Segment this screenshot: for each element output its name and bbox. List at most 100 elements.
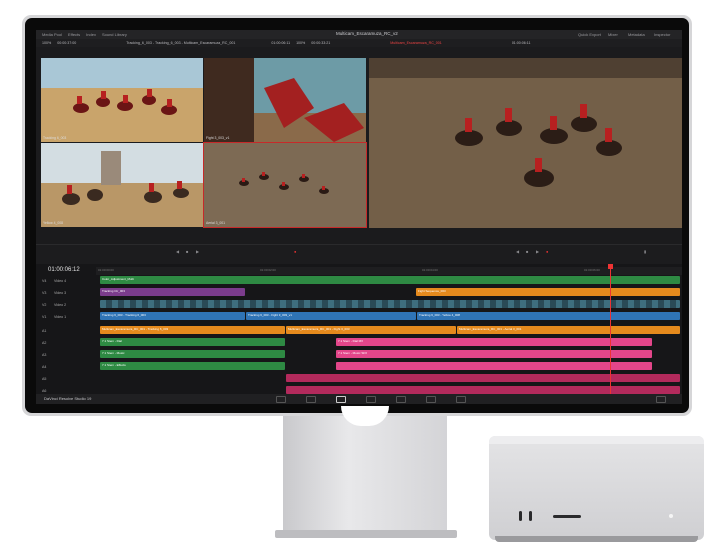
track-header-a6[interactable]: A6 xyxy=(36,386,96,394)
source-timecode: 00:00:37:00 xyxy=(57,41,77,45)
track-header-a5[interactable]: A5 xyxy=(36,374,96,384)
track-name-v2: Video 2 xyxy=(54,303,67,307)
clip-v3-b[interactable]: Fight Sequence_003 xyxy=(416,288,680,296)
clip-v2-thumbnails[interactable] xyxy=(100,300,680,308)
angle-4-image xyxy=(204,143,366,227)
page-fairlight-icon[interactable] xyxy=(426,396,436,403)
timeline-playhead[interactable] xyxy=(608,264,613,394)
program-viewer[interactable] xyxy=(369,58,682,228)
angle-2-label: Fight 3_003_v1 xyxy=(206,136,230,140)
clip-v4[interactable]: Color_Adjustment_Multi xyxy=(100,276,680,284)
page-cut-icon[interactable] xyxy=(306,396,316,403)
multicam-angle-4-active[interactable]: Aerial 3_001 xyxy=(203,142,367,228)
page-edit-icon[interactable] xyxy=(336,396,346,403)
clip-a4[interactable]: 7.1 Stem - Music xyxy=(100,350,285,358)
track-header-v4[interactable]: V4 Video 4 xyxy=(36,276,96,286)
clip-a1-c[interactable]: Multicam_Escaramuza_RC_001 - Aerial 3_00… xyxy=(457,326,680,334)
timeline-name: Multicam_Escaramuza_RC_001 xyxy=(390,41,442,45)
menu-mixer[interactable]: Mixer xyxy=(608,32,618,37)
track-id-a6: A6 xyxy=(42,389,47,393)
multicam-angle-3[interactable]: Yellow 4_008 xyxy=(41,143,203,227)
clip-v1-c[interactable]: Tracking 6_003 - Yellow 4_008 xyxy=(417,312,680,320)
program-play-reverse-icon[interactable]: ◀ xyxy=(516,249,519,254)
page-deliver-icon[interactable] xyxy=(456,396,466,403)
clip-v1-a[interactable]: Tracking 6_003 - Tracking 6_003 xyxy=(100,312,245,320)
project-title: Multicam_Escaramuza_RC_v2 xyxy=(336,31,398,36)
clip-a1-c-label: Multicam_Escaramuza_RC_001 - Aerial 3_00… xyxy=(459,327,522,331)
cut-tool-icon[interactable]: ● xyxy=(294,249,296,254)
clip-a6-magenta[interactable] xyxy=(286,386,680,394)
clip-a2[interactable]: 7.1 Stem - Dial xyxy=(100,338,285,346)
clip-a6-pink[interactable] xyxy=(336,362,652,370)
clip-a5-magenta[interactable] xyxy=(286,374,680,382)
menu-bar: Media Pool Effects Index Sound Library M… xyxy=(36,30,682,39)
clip-a6-label: 7.1 Stem - Effects xyxy=(102,363,126,367)
track-id-v2: V2 xyxy=(42,303,47,307)
status-bar: DaVinci Resolve Studio 19 xyxy=(36,394,682,404)
program-play-icon[interactable]: ▶ xyxy=(536,249,539,254)
ruler-mark-2: 01:00:04:00 xyxy=(422,268,438,272)
clip-v1-b[interactable]: Tracking 6_003 - Fight 3_003_v1 xyxy=(246,312,416,320)
clip-a1-a[interactable]: Multicam_Escaramuza_RC_001 - Tracking 6_… xyxy=(100,326,285,334)
clip-v3-a[interactable]: Tracking Ctr_003 xyxy=(100,288,245,296)
track-id-a3: A3 xyxy=(42,353,47,357)
record-icon[interactable]: ● xyxy=(546,249,548,254)
settings-gear-icon[interactable] xyxy=(656,396,666,403)
track-header-v1[interactable]: V1 Video 1 xyxy=(36,312,96,322)
multicam-angle-1[interactable]: Tracking 6_003 xyxy=(41,58,203,142)
source-zoom[interactable]: 100% xyxy=(42,41,51,45)
stop-icon[interactable]: ■ xyxy=(186,249,188,254)
play-icon[interactable]: ▶ xyxy=(196,249,199,254)
track-header-a4[interactable]: A4 xyxy=(36,362,96,372)
program-stop-icon[interactable]: ■ xyxy=(526,249,528,254)
track-header-v2[interactable]: V2 Video 2 xyxy=(36,300,96,310)
clip-a6[interactable]: 7.1 Stem - Effects xyxy=(100,362,285,370)
clip-a3[interactable]: 7.1 Stem - Dial MX xyxy=(336,338,652,346)
page-media-icon[interactable] xyxy=(276,396,286,403)
ruler-mark-1: 01:00:02:00 xyxy=(260,268,276,272)
program-timecode: 00:00:33:21 xyxy=(311,41,331,45)
app-brand: DaVinci Resolve Studio 19 xyxy=(44,396,92,401)
page-color-icon[interactable] xyxy=(396,396,406,403)
program-image xyxy=(369,58,682,228)
menu-quick-export[interactable]: Quick Export xyxy=(578,32,601,37)
track-id-a5: A5 xyxy=(42,377,47,381)
menu-effects[interactable]: Effects xyxy=(68,32,80,37)
program-zoom[interactable]: 100% xyxy=(296,41,305,45)
audio-meter-icon[interactable]: ▮ xyxy=(644,249,646,254)
menu-media-pool[interactable]: Media Pool xyxy=(42,32,62,37)
transport-bar: ◀ ■ ▶ ● ◀ ■ ▶ ● ▮ xyxy=(36,244,682,265)
menu-metadata[interactable]: Metadata xyxy=(628,32,645,37)
ruler-mark-3: 01:00:06:00 xyxy=(584,268,600,272)
play-reverse-icon[interactable]: ◀ xyxy=(176,249,179,254)
menu-index[interactable]: Index xyxy=(86,32,96,37)
clip-a2-label: 7.1 Stem - Dial xyxy=(102,339,122,343)
clip-a1-b[interactable]: Multicam_Escaramuza_RC_001 - Fight 3_003 xyxy=(286,326,456,334)
source-playhead-timecode: 01:00:06:11 xyxy=(271,41,291,45)
track-header-v3[interactable]: V3 Video 3 xyxy=(36,288,96,298)
stand-cutout xyxy=(341,406,389,426)
track-header-a3[interactable]: A3 xyxy=(36,350,96,360)
clip-a4-label: 7.1 Stem - Music xyxy=(102,351,125,355)
track-name-v4: Video 4 xyxy=(54,279,67,283)
clip-v3-b-label: Fight Sequence_003 xyxy=(418,289,446,293)
menu-inspector[interactable]: Inspector xyxy=(654,32,670,37)
clip-v3-a-label: Tracking Ctr_003 xyxy=(102,289,125,293)
clip-a5-label: 7.1 Stem - Music SFX xyxy=(338,351,368,355)
timeline-ruler[interactable]: 01:00:00:00 01:00:02:00 01:00:04:00 01:0… xyxy=(96,267,682,275)
track-id-a1: A1 xyxy=(42,329,47,333)
page-fusion-icon[interactable] xyxy=(366,396,376,403)
menu-sound-library[interactable]: Sound Library xyxy=(102,32,127,37)
clip-v1-a-label: Tracking 6_003 - Tracking 6_003 xyxy=(102,313,146,317)
angle-4-label: Aerial 3_001 xyxy=(206,221,226,225)
track-header-a2[interactable]: A2 xyxy=(36,338,96,348)
track-name-v1: Video 1 xyxy=(54,315,67,319)
track-header-a1[interactable]: A1 xyxy=(36,326,96,336)
angle-3-label: Yellow 4_008 xyxy=(43,221,64,225)
display-stand xyxy=(283,406,447,538)
angle-1-image xyxy=(41,58,203,142)
clip-a5[interactable]: 7.1 Stem - Music SFX xyxy=(336,350,652,358)
viewer-info-bar: 100% 00:00:37:00 Tracking_6_003 - Tracki… xyxy=(36,39,682,47)
clip-v4-label: Color_Adjustment_Multi xyxy=(102,277,134,281)
multicam-angle-2[interactable]: Fight 3_003_v1 xyxy=(204,58,366,142)
